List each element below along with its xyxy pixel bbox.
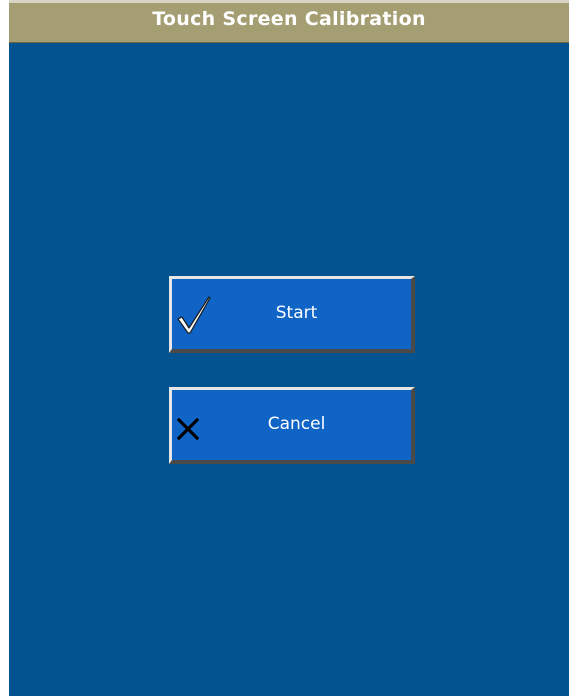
window-title: Touch Screen Calibration — [152, 8, 426, 30]
start-button[interactable]: Start — [169, 276, 415, 353]
cancel-button-label: Cancel — [267, 414, 326, 434]
calibration-window: Touch Screen Calibration Start Cancel — [9, 0, 569, 696]
cancel-button[interactable]: Cancel — [169, 387, 415, 464]
start-button-label: Start — [275, 303, 318, 323]
title-bar: Touch Screen Calibration — [9, 0, 569, 43]
